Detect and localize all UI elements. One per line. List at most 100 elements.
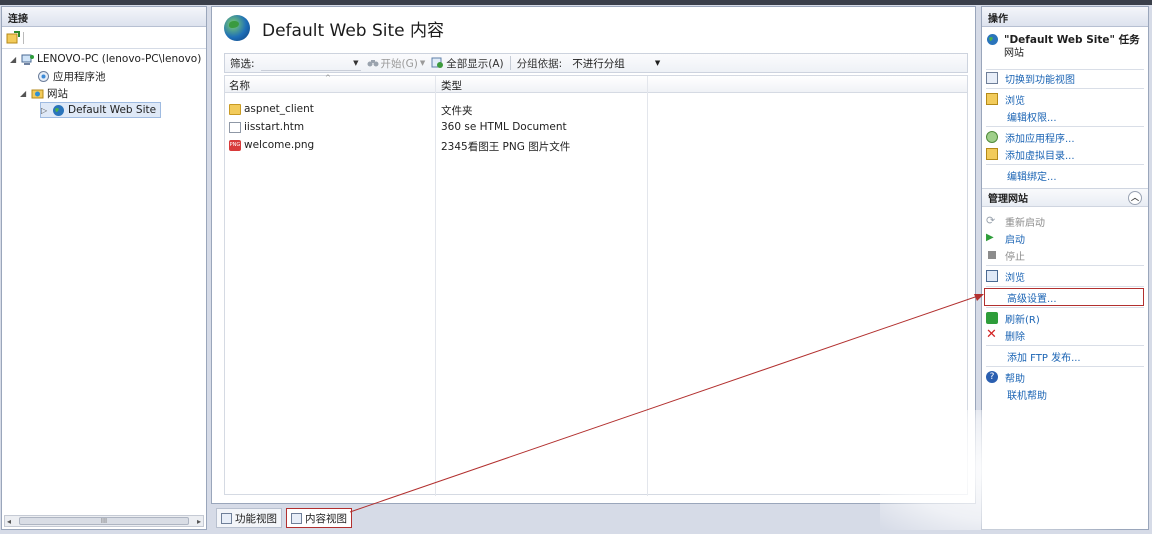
features-view-icon [221, 512, 232, 524]
expand-arrow-icon[interactable]: ◢ [10, 55, 18, 64]
scroll-left-icon[interactable]: ◂ [7, 517, 11, 526]
add-ftp-publishing-link[interactable]: 添加 FTP 发布... [1007, 348, 1081, 364]
dropdown-arrow-icon: ▼ [654, 59, 661, 67]
tree-item-label: 网站 [47, 87, 68, 100]
dropdown-arrow-icon[interactable]: ▼ [420, 59, 425, 67]
divider [986, 366, 1144, 367]
online-help-link[interactable]: 联机帮助 [1007, 386, 1047, 402]
dropdown-arrow-icon[interactable]: ▼ [353, 59, 358, 67]
computer-icon [21, 54, 34, 65]
add-virtual-directory-link[interactable]: 添加虚拟目录... [986, 146, 1075, 162]
divider [986, 286, 1144, 287]
connections-header: 连接 [2, 7, 206, 27]
manage-site-section[interactable]: 管理网站 ︿ [982, 188, 1148, 207]
tree-item-label: Default Web Site [68, 104, 157, 116]
sort-arrow-icon: ^ [325, 74, 331, 82]
toolbar-separator [23, 31, 24, 44]
restart-link[interactable]: ⟳ 重新启动 [986, 213, 1045, 229]
filter-input[interactable]: ▼ [260, 55, 361, 71]
stop-link[interactable]: 停止 [986, 247, 1025, 263]
explore-folder-icon [986, 93, 998, 105]
toolbar-separator [509, 56, 511, 70]
browse-link[interactable]: 浏览 [986, 268, 1025, 284]
task-title: "Default Web Site" 任务 [1004, 34, 1140, 46]
switch-features-view-link[interactable]: 切换到功能视图 [986, 70, 1075, 86]
list-header: 名称 ^ 类型 [225, 74, 967, 93]
group-by-select[interactable]: 不进行分组 ▼ [568, 55, 664, 71]
list-item[interactable]: aspnet_client 文件夹 [225, 101, 965, 118]
add-application-icon [986, 131, 998, 143]
add-application-link[interactable]: 添加应用程序... [986, 129, 1075, 145]
content-pane: Default Web Site 内容 筛选: ▼ 开始(G) ▼ 全部显示(A… [211, 6, 976, 504]
tree-item-default-web-site[interactable]: ▷ Default Web Site [40, 102, 162, 118]
virtual-directory-icon [986, 148, 998, 160]
divider [986, 88, 1144, 89]
delete-link[interactable]: ✕ 删除 [986, 327, 1025, 343]
restart-icon: ⟳ [986, 214, 996, 227]
horizontal-scrollbar[interactable]: ◂ III ▸ [4, 515, 204, 527]
divider [986, 307, 1144, 308]
divider [986, 126, 1144, 127]
tree-item-label: 应用程序池 [53, 70, 106, 83]
delete-icon: ✕ [986, 327, 997, 342]
features-view-icon [986, 72, 998, 84]
globe-icon [987, 34, 998, 45]
filter-bar: 筛选: ▼ 开始(G) ▼ 全部显示(A) 分组依据: 不进行分组 ▼ [224, 53, 968, 73]
globe-icon [53, 104, 64, 116]
browse-icon [986, 270, 998, 282]
refresh-icon [986, 312, 998, 324]
tab-content-view[interactable]: 内容视图 [286, 508, 352, 528]
sites-folder-icon [31, 89, 44, 98]
edit-permissions-link[interactable]: 编辑权限... [1007, 108, 1057, 124]
view-tabs: 功能视图 内容视图 [211, 506, 976, 530]
help-link[interactable]: ? 帮助 [986, 369, 1025, 385]
task-heading: "Default Web Site" 任务 网站 [986, 33, 1140, 61]
document-icon [229, 121, 241, 133]
collapse-up-icon[interactable]: ︿ [1128, 190, 1142, 205]
tab-features-view[interactable]: 功能视图 [216, 508, 282, 528]
content-view-icon [291, 512, 302, 524]
folder-icon [229, 103, 241, 115]
list-item[interactable]: iisstart.htm 360 se HTML Document [225, 119, 965, 136]
tree-item-app-pools[interactable]: 应用程序池 [26, 68, 106, 84]
scroll-right-icon[interactable]: ▸ [197, 517, 201, 526]
content-header: Default Web Site 内容 [212, 7, 975, 49]
stop-icon [988, 251, 996, 259]
list-item[interactable]: PNG welcome.png 2345看图王 PNG 图片文件 [225, 137, 965, 154]
show-all-button[interactable]: 全部显示(A) [431, 56, 504, 71]
advanced-settings-highlight [984, 288, 1144, 306]
group-by-label: 分组依据: [516, 57, 563, 70]
page-title: Default Web Site 内容 [262, 20, 445, 41]
scroll-thumb[interactable]: III [19, 517, 189, 525]
window-top-edge [0, 0, 1152, 5]
task-subtitle: 网站 [1004, 48, 1024, 59]
site-globe-icon [224, 15, 250, 41]
tree-item-label: LENOVO-PC (lenovo-PC\lenovo) [37, 53, 202, 65]
refresh-link[interactable]: 刷新(R) [986, 310, 1040, 326]
blurred-watermark-area [880, 410, 1120, 530]
explore-link[interactable]: 浏览 [986, 91, 1025, 107]
binoculars-icon [367, 60, 379, 67]
collapse-arrow-icon[interactable]: ▷ [41, 106, 49, 115]
tree-item-sites[interactable]: ◢ 网站 [20, 85, 68, 101]
start-link[interactable]: ▶ 启动 [986, 230, 1025, 246]
new-connection-icon[interactable] [6, 30, 20, 45]
png-icon: PNG [229, 139, 241, 151]
filter-label: 筛选: [230, 57, 255, 70]
play-icon: ▶ [986, 232, 994, 243]
edit-bindings-link[interactable]: 编辑绑定... [1007, 167, 1057, 183]
column-header-type[interactable]: 类型 [441, 78, 462, 93]
help-icon: ? [986, 371, 998, 383]
start-filter-button[interactable]: 开始(G) ▼ [367, 56, 425, 71]
divider [986, 265, 1144, 266]
divider [986, 345, 1144, 346]
connections-pane: 连接 ◢ LENOVO-PC (lenovo-PC\lenovo) 应用程序池 … [1, 6, 207, 530]
expand-arrow-icon[interactable]: ◢ [20, 89, 28, 98]
app-pool-icon [38, 70, 49, 82]
show-all-icon [431, 57, 444, 68]
column-header-name[interactable]: 名称 [229, 78, 250, 93]
connections-toolbar [2, 27, 206, 49]
divider [986, 164, 1144, 165]
tree-item-server[interactable]: ◢ LENOVO-PC (lenovo-PC\lenovo) [10, 51, 201, 67]
actions-header: 操作 [982, 7, 1148, 27]
